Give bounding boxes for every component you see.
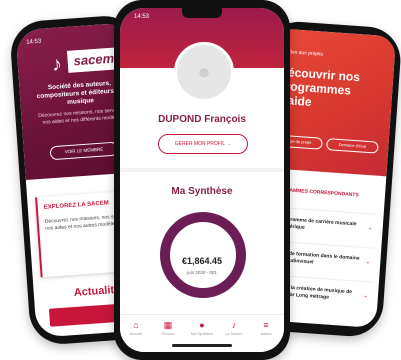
center-screen: 14:53 ● DUPOND François GÉRER MON PROFIL… bbox=[120, 8, 284, 352]
amount-period: juin 2020 - 001 bbox=[187, 270, 217, 275]
home-indicator bbox=[172, 344, 232, 347]
music-note-icon: ♪ bbox=[51, 53, 63, 76]
grid-icon: ▦ bbox=[163, 320, 173, 330]
nav-item-synthesis[interactable]: ● Ma Synthèse bbox=[186, 319, 218, 337]
status-time: 14:53 bbox=[26, 38, 42, 46]
menu-icon: ≡ bbox=[263, 320, 269, 330]
nav-label: Accueil bbox=[129, 332, 143, 336]
synthesis-title: Ma Synthèse bbox=[171, 186, 233, 197]
avatar[interactable]: ● bbox=[174, 42, 234, 102]
center-phone: 14:53 ● DUPOND François GÉRER MON PROFIL… bbox=[114, 0, 290, 360]
music-note-icon: ♪ bbox=[231, 320, 237, 330]
amount-value: €1,864.45 bbox=[181, 256, 223, 266]
nav-label: Œuvres bbox=[161, 332, 175, 336]
nav-item-sacem[interactable]: ♪ Le Sacem bbox=[218, 319, 250, 337]
page-title: Découvrir nos programmes d'aide bbox=[276, 64, 361, 109]
user-icon: ● bbox=[197, 59, 211, 84]
chevron-down-icon: ⌄ bbox=[367, 225, 373, 232]
camera-notch bbox=[182, 8, 222, 18]
chevron-down-icon: ⌄ bbox=[362, 293, 369, 300]
home-icon: ⌂ bbox=[133, 320, 139, 330]
amount-ring bbox=[160, 212, 246, 298]
user-icon: ● bbox=[199, 320, 205, 330]
nav-label: Ma Synthèse bbox=[190, 332, 214, 336]
chevron-down-icon: ⌄ bbox=[365, 259, 371, 266]
user-name: DUPOND François bbox=[158, 114, 246, 125]
divider bbox=[120, 168, 284, 172]
status-time: 14:53 bbox=[134, 14, 150, 20]
manage-profile-button[interactable]: GÉRER MON PROFIL → bbox=[158, 134, 248, 154]
nav-item-works[interactable]: ▦ Œuvres bbox=[152, 319, 184, 337]
nav-item-home[interactable]: ⌂ Accueil bbox=[120, 319, 152, 337]
nav-label: Le Sacem bbox=[225, 332, 243, 336]
nav-item-other[interactable]: ≡ Autres bbox=[250, 319, 282, 337]
list-item-label: Programme de carrière musicale Numérique bbox=[278, 215, 357, 231]
card-title: EXPLOREZ LA SACEM bbox=[43, 200, 110, 211]
nav-label: Autres bbox=[260, 332, 272, 336]
